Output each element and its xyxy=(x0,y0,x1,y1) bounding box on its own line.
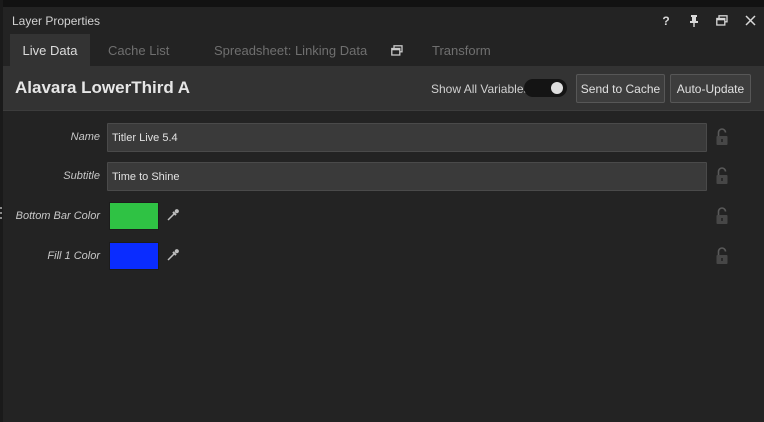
bottom-bar-color-swatch[interactable] xyxy=(109,202,159,230)
tab-spreadsheet-linking-data[interactable]: Spreadsheet: Linking Data xyxy=(214,34,367,66)
fill-color-swatch[interactable] xyxy=(109,242,159,270)
field-label-bottom-bar-color: Bottom Bar Color xyxy=(15,210,100,222)
show-all-variables-label: Show All Variables xyxy=(431,82,530,96)
field-label-name: Name xyxy=(70,131,100,143)
window-controls: ? xyxy=(652,7,764,34)
subtitle-input[interactable] xyxy=(107,162,707,191)
tab-live-data[interactable]: Live Data xyxy=(10,34,90,66)
name-input[interactable] xyxy=(107,123,707,152)
lock-open-icon[interactable] xyxy=(715,206,729,226)
help-button[interactable]: ? xyxy=(652,7,680,34)
lock-open-icon[interactable] xyxy=(715,166,729,186)
close-icon xyxy=(744,15,756,26)
layer-name: Alavara LowerThird A xyxy=(15,78,191,97)
title-bar: Layer Properties ? xyxy=(3,7,764,34)
top-strip xyxy=(3,0,764,7)
field-row-name: Name xyxy=(3,123,764,153)
tab-cache-list[interactable]: Cache List xyxy=(108,34,169,66)
field-row-bottom-bar-color: Bottom Bar Color xyxy=(3,202,764,232)
field-row-subtitle: Subtitle xyxy=(3,162,764,192)
window-title: Layer Properties xyxy=(12,13,101,28)
pin-button[interactable] xyxy=(680,7,708,34)
send-to-cache-button[interactable]: Send to Cache xyxy=(576,74,665,103)
pin-icon xyxy=(690,14,698,27)
close-button[interactable] xyxy=(736,7,764,34)
live-data-panel: Name Subtitle Bottom Bar Color xyxy=(0,112,764,422)
layer-properties-window: Layer Properties ? Live Data Cache List … xyxy=(0,0,764,422)
show-all-variables-toggle[interactable] xyxy=(524,79,567,97)
lock-open-icon[interactable] xyxy=(715,246,729,266)
restore-button[interactable] xyxy=(708,7,736,34)
question-icon: ? xyxy=(662,13,670,28)
field-label-subtitle: Subtitle xyxy=(63,170,100,182)
float-window-button[interactable] xyxy=(391,43,403,57)
eyedropper-icon[interactable] xyxy=(166,248,180,262)
tab-bar: Live Data Cache List Spreadsheet: Linkin… xyxy=(3,34,764,66)
auto-update-button[interactable]: Auto-Update xyxy=(670,74,751,103)
tab-transform[interactable]: Transform xyxy=(432,34,491,66)
lock-open-icon[interactable] xyxy=(715,127,729,147)
window-restore-icon xyxy=(716,15,728,26)
field-label-fill-color: Fill 1 Color xyxy=(47,250,100,262)
field-row-fill-color: Fill 1 Color xyxy=(3,242,764,272)
toggle-knob xyxy=(551,82,563,94)
layer-header: Alavara LowerThird A Show All Variables … xyxy=(3,66,764,111)
eyedropper-icon[interactable] xyxy=(166,208,180,222)
window-float-icon xyxy=(391,44,403,56)
